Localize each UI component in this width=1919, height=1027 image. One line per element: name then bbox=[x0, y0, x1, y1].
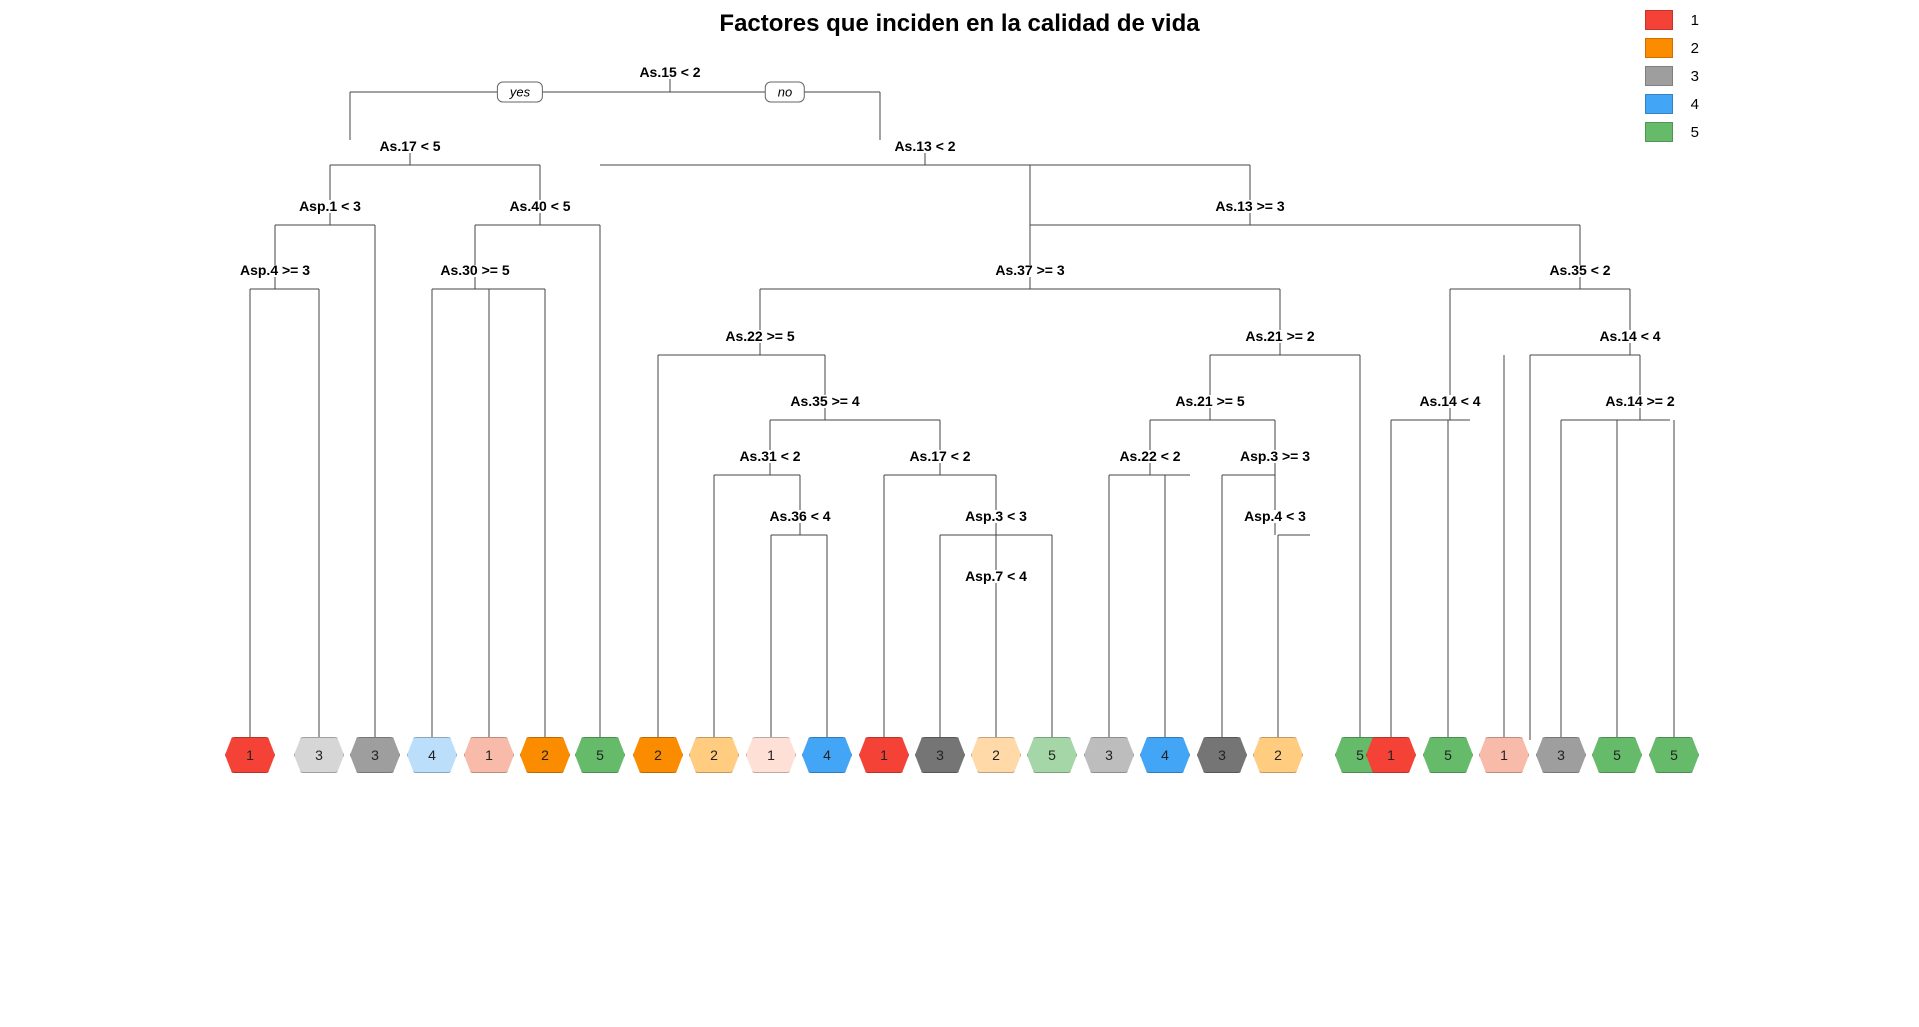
node-cond: As.37 >= 3 bbox=[995, 262, 1064, 278]
legend-item: 3 bbox=[1645, 66, 1699, 86]
legend-label: 5 bbox=[1691, 124, 1699, 141]
node-cond: As.21 >= 2 bbox=[1245, 328, 1314, 344]
leaf-node: 5 bbox=[575, 737, 625, 773]
node-cond: Asp.4 >= 3 bbox=[240, 262, 310, 278]
leaf-node: 2 bbox=[633, 737, 683, 773]
node-cond: As.14 < 4 bbox=[1599, 328, 1660, 344]
legend-item: 4 bbox=[1645, 94, 1699, 114]
node-cond: As.36 < 4 bbox=[769, 508, 830, 524]
leaf-node: 1 bbox=[225, 737, 275, 773]
node-cond: As.21 >= 5 bbox=[1175, 393, 1244, 409]
leaf-node: 3 bbox=[1536, 737, 1586, 773]
node-cond: As.14 < 4 bbox=[1419, 393, 1480, 409]
node-cond: As.22 >= 5 bbox=[725, 328, 794, 344]
node-cond: As.35 < 2 bbox=[1549, 262, 1610, 278]
legend-label: 1 bbox=[1691, 12, 1699, 29]
node-cond: Asp.1 < 3 bbox=[299, 198, 361, 214]
diagram-stage: Factores que inciden en la calidad de vi… bbox=[200, 0, 1719, 813]
legend-label: 3 bbox=[1691, 68, 1699, 85]
leaf-node: 2 bbox=[520, 737, 570, 773]
node-root: As.15 < 2 bbox=[639, 64, 700, 80]
node-cond: As.40 < 5 bbox=[509, 198, 570, 214]
leaf-node: 2 bbox=[689, 737, 739, 773]
leaf-node: 5 bbox=[1027, 737, 1077, 773]
leaf-node: 3 bbox=[1197, 737, 1247, 773]
no-box: no bbox=[765, 82, 805, 103]
leaf-node: 1 bbox=[746, 737, 796, 773]
leaf-node: 1 bbox=[464, 737, 514, 773]
node-cond: Asp.3 < 3 bbox=[965, 508, 1027, 524]
node-cond: Asp.3 >= 3 bbox=[1240, 448, 1310, 464]
legend-swatch bbox=[1645, 10, 1673, 30]
legend-item: 5 bbox=[1645, 122, 1699, 142]
node-cond: As.31 < 2 bbox=[739, 448, 800, 464]
node-cond: As.22 < 2 bbox=[1119, 448, 1180, 464]
leaf-node: 5 bbox=[1423, 737, 1473, 773]
leaf-node: 2 bbox=[1253, 737, 1303, 773]
leaf-node: 4 bbox=[1140, 737, 1190, 773]
tree-edges bbox=[200, 0, 1719, 813]
leaf-node: 3 bbox=[294, 737, 344, 773]
node-cond: As.35 >= 4 bbox=[790, 393, 859, 409]
legend-label: 4 bbox=[1691, 96, 1699, 113]
node-cond: As.30 >= 5 bbox=[440, 262, 509, 278]
legend: 1 2 3 4 5 bbox=[1645, 10, 1699, 150]
node-cond: Asp.4 < 3 bbox=[1244, 508, 1306, 524]
node-cond: Asp.7 < 4 bbox=[965, 568, 1027, 584]
leaf-node: 1 bbox=[1366, 737, 1416, 773]
leaf-node: 3 bbox=[1084, 737, 1134, 773]
yes-box: yes bbox=[497, 82, 543, 103]
leaf-node: 5 bbox=[1649, 737, 1699, 773]
leaf-node: 1 bbox=[859, 737, 909, 773]
legend-swatch bbox=[1645, 122, 1673, 142]
leaf-node: 4 bbox=[407, 737, 457, 773]
legend-item: 1 bbox=[1645, 10, 1699, 30]
node-cond: As.14 >= 2 bbox=[1605, 393, 1674, 409]
node-cond: As.17 < 2 bbox=[909, 448, 970, 464]
leaf-node: 1 bbox=[1479, 737, 1529, 773]
legend-swatch bbox=[1645, 38, 1673, 58]
leaf-node: 2 bbox=[971, 737, 1021, 773]
leaf-node: 3 bbox=[915, 737, 965, 773]
node-cond: As.17 < 5 bbox=[379, 138, 440, 154]
legend-swatch bbox=[1645, 66, 1673, 86]
node-cond: As.13 < 2 bbox=[894, 138, 955, 154]
legend-item: 2 bbox=[1645, 38, 1699, 58]
node-cond: As.13 >= 3 bbox=[1215, 198, 1284, 214]
leaf-node: 4 bbox=[802, 737, 852, 773]
legend-swatch bbox=[1645, 94, 1673, 114]
leaf-node: 3 bbox=[350, 737, 400, 773]
leaf-node: 5 bbox=[1592, 737, 1642, 773]
legend-label: 2 bbox=[1691, 40, 1699, 57]
